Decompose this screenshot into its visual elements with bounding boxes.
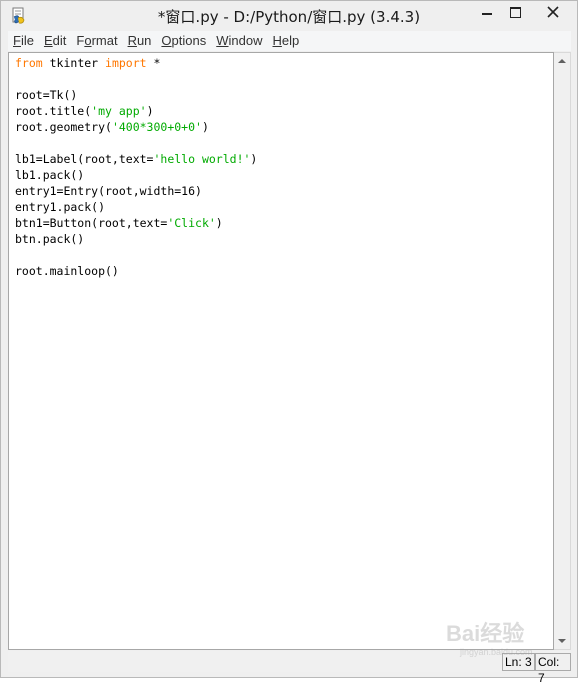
menu-item-6[interactable]: Help <box>268 31 305 51</box>
menu-item-0[interactable]: File <box>8 31 39 51</box>
keyword-token: import <box>105 56 147 70</box>
code-token: entry1=Entry(root,width=16) <box>15 184 202 198</box>
minimize-icon <box>482 13 492 15</box>
code-token: tkinter <box>42 56 106 70</box>
code-text[interactable]: from tkinter import * root=Tk() root.title… <box>15 55 257 279</box>
code-line[interactable] <box>15 135 257 151</box>
code-line[interactable]: from tkinter import * <box>15 55 257 71</box>
code-token: ) <box>215 216 223 230</box>
code-line[interactable] <box>15 71 257 87</box>
menu-item-5[interactable]: Window <box>211 31 267 51</box>
scroll-up-button[interactable] <box>554 53 570 69</box>
code-token: btn1=Button(root,text= <box>15 216 168 230</box>
menu-item-1[interactable]: Edit <box>39 31 71 51</box>
maximize-icon <box>509 6 521 18</box>
keyword-token: from <box>15 56 43 70</box>
code-line[interactable]: root=Tk() <box>15 87 257 103</box>
code-line[interactable]: btn1=Button(root,text='Click') <box>15 215 257 231</box>
maximize-button[interactable] <box>501 1 529 23</box>
code-token: * <box>146 56 161 70</box>
code-token: lb1.pack() <box>15 168 85 182</box>
code-line[interactable]: entry1.pack() <box>15 199 257 215</box>
title-bar[interactable]: *窗口.py - D:/Python/窗口.py (3.4.3) <box>1 1 577 31</box>
vertical-scrollbar[interactable] <box>554 52 571 650</box>
scroll-down-button[interactable] <box>554 633 570 649</box>
code-token: ) <box>250 152 258 166</box>
status-column: Col: 7 <box>535 653 571 685</box>
code-line[interactable]: entry1=Entry(root,width=16) <box>15 183 257 199</box>
code-token: entry1.pack() <box>15 200 106 214</box>
code-line[interactable]: root.title('my app') <box>15 103 257 119</box>
code-token: lb1=Label(root,text= <box>15 152 154 166</box>
code-line[interactable]: root.geometry('400*300+0+0') <box>15 119 257 135</box>
status-bar: Ln: 3 Col: 7 <box>8 651 571 685</box>
menu-item-2[interactable]: Format <box>71 31 122 51</box>
code-token: btn.pack() <box>15 232 85 246</box>
close-button[interactable] <box>531 1 575 23</box>
arrow-up-icon <box>558 59 566 63</box>
string-token: '400*300+0+0' <box>111 120 202 134</box>
minimize-button[interactable] <box>473 1 501 23</box>
code-token: root.title( <box>15 104 92 118</box>
code-token: ) <box>201 120 209 134</box>
close-icon <box>547 6 559 18</box>
code-line[interactable]: lb1=Label(root,text='hello world!') <box>15 151 257 167</box>
code-token: ) <box>146 104 154 118</box>
arrow-down-icon <box>558 639 566 643</box>
status-line: Ln: 3 <box>502 653 535 671</box>
code-token: root.mainloop() <box>15 264 119 278</box>
string-token: 'my app' <box>91 104 147 118</box>
string-token: 'hello world!' <box>153 152 251 166</box>
string-token: 'Click' <box>167 216 216 230</box>
code-token: root.geometry( <box>15 120 112 134</box>
code-line[interactable] <box>15 247 257 263</box>
code-line[interactable]: lb1.pack() <box>15 167 257 183</box>
code-editor[interactable]: from tkinter import * root=Tk() root.title… <box>8 52 554 650</box>
code-token: root=Tk() <box>15 88 78 102</box>
menu-bar: File Edit Format Run Options Window Help <box>8 31 571 51</box>
code-line[interactable]: btn.pack() <box>15 231 257 247</box>
code-line[interactable]: root.mainloop() <box>15 263 257 279</box>
menu-item-3[interactable]: Run <box>123 31 157 51</box>
menu-item-4[interactable]: Options <box>156 31 211 51</box>
idle-editor-window: *窗口.py - D:/Python/窗口.py (3.4.3) File Edi… <box>0 0 578 685</box>
